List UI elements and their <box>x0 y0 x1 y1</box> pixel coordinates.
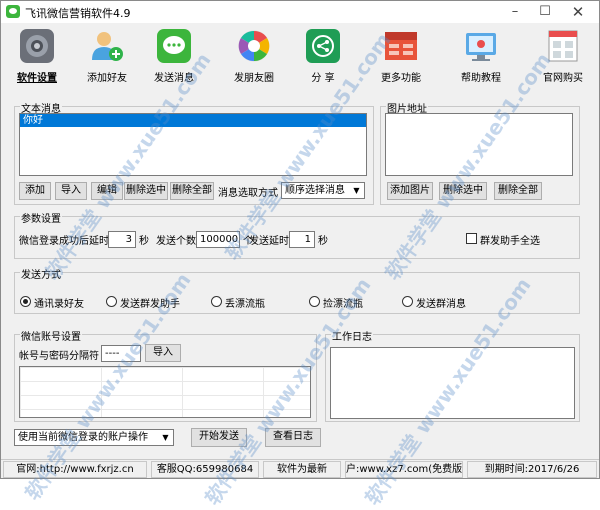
import-text-button[interactable]: 导入 <box>55 182 87 200</box>
status-expire: 到期时间:2017/6/26 <box>467 461 597 478</box>
status-version: 软件为最新 <box>263 461 341 478</box>
edit-text-button[interactable]: 编辑 <box>91 182 123 200</box>
tool-label: 软件设置 <box>17 73 57 84</box>
radio-label: 捡漂流瓶 <box>323 299 363 310</box>
send-mode-group: 发送方式 通讯录好友 发送群发助手 丢漂流瓶 捡漂流瓶 发送群消息 <box>14 266 580 314</box>
send-delay-input[interactable]: 1 <box>289 231 315 248</box>
image-address-list[interactable] <box>385 113 573 176</box>
start-send-button[interactable]: 开始发送 <box>191 428 247 447</box>
account-mode-select[interactable]: 使用当前微信登录的账户操作 ▼ <box>14 429 174 446</box>
separator-label: 帐号与密码分隔符 <box>19 351 99 362</box>
gear-icon <box>20 29 54 63</box>
chevron-down-icon: ▼ <box>353 186 360 195</box>
account-table[interactable] <box>19 366 311 418</box>
text-message-group: 文本消息 你好 添加 导入 编辑 删除选中 删除全部 消息选取方式 顺序选择消息… <box>14 100 374 205</box>
tool-label: 官网购买 <box>543 73 583 84</box>
account-mode-value: 使用当前微信登录的账户操作 <box>18 432 148 443</box>
title-bar: 飞讯微信营销软件4.9 – ☐ ✕ <box>1 1 599 23</box>
log-textarea[interactable] <box>330 347 575 419</box>
table-grid <box>20 367 310 417</box>
add-text-button[interactable]: 添加 <box>19 182 51 200</box>
send-delay-label: 发送延时 <box>249 236 289 247</box>
select-all-checkbox[interactable] <box>466 233 477 244</box>
tool-settings[interactable]: 软件设置 <box>1 25 73 85</box>
send-count-input[interactable]: 100000 <box>196 231 240 248</box>
close-button[interactable]: ✕ <box>564 1 592 23</box>
group-title: 参数设置 <box>20 210 62 225</box>
login-delay-input[interactable]: 3 <box>108 231 136 248</box>
radio-label: 发送群发助手 <box>120 299 180 310</box>
delete-selected-text-button[interactable]: 删除选中 <box>124 182 168 200</box>
sec-label: 秒 <box>139 236 149 247</box>
delete-selected-image-button[interactable]: 删除选中 <box>439 182 487 200</box>
view-log-button[interactable]: 查看日志 <box>265 428 321 447</box>
import-account-button[interactable]: 导入 <box>145 344 181 362</box>
group-title: 微信账号设置 <box>20 328 82 343</box>
pick-mode-value: 顺序选择消息 <box>285 185 345 196</box>
radio-label: 丢漂流瓶 <box>225 299 265 310</box>
pick-mode-select[interactable]: 顺序选择消息 ▼ <box>281 182 365 199</box>
help-icon <box>466 33 496 61</box>
separator-input[interactable]: ---- <box>101 345 141 362</box>
more-icon <box>385 32 417 60</box>
group-title: 工作日志 <box>331 328 373 343</box>
tool-more[interactable]: 更多功能 <box>365 25 437 85</box>
radio-label: 通讯录好友 <box>34 299 84 310</box>
image-address-group: 图片地址 添加图片 删除选中 删除全部 <box>380 100 580 205</box>
delete-all-image-button[interactable]: 删除全部 <box>494 182 542 200</box>
share-icon <box>306 29 340 63</box>
account-group: 微信账号设置 帐号与密码分隔符 ---- 导入 <box>14 328 317 422</box>
login-delay-label: 微信登录成功后延时 <box>19 236 109 247</box>
tool-share[interactable]: 分 享 <box>287 25 359 85</box>
tool-label: 更多功能 <box>381 73 421 84</box>
tool-add-friend[interactable]: 添加好友 <box>71 25 143 85</box>
sec-label: 秒 <box>318 236 328 247</box>
text-message-list[interactable]: 你好 <box>19 113 367 176</box>
send-count-label: 发送个数 <box>156 236 196 247</box>
tool-send-message[interactable]: 发送消息 <box>138 25 210 85</box>
select-all-label: 群发助手全选 <box>480 236 540 247</box>
minimize-button[interactable]: – <box>501 1 529 23</box>
tool-label: 帮助教程 <box>461 73 501 84</box>
group-title: 发送方式 <box>20 266 62 281</box>
log-group: 工作日志 <box>325 328 580 422</box>
status-qq: 客服QQ:659980684 <box>151 461 259 478</box>
radio-group-message[interactable] <box>402 296 413 307</box>
wechat-app-icon <box>6 5 20 18</box>
maximize-button[interactable]: ☐ <box>531 1 559 23</box>
moments-icon <box>238 30 270 62</box>
delete-all-text-button[interactable]: 删除全部 <box>170 182 214 200</box>
status-site: 官网:http://www.fxrjz.cn <box>3 461 147 478</box>
status-user: 户:www.xz7.com(免费版 <box>345 461 463 478</box>
add-user-icon <box>92 32 123 61</box>
radio-label: 发送群消息 <box>416 299 466 310</box>
window-title: 飞讯微信营销软件4.9 <box>25 7 131 20</box>
tool-buy[interactable]: 官网购买 <box>527 25 599 85</box>
tool-label: 发送消息 <box>154 73 194 84</box>
chevron-down-icon: ▼ <box>162 433 169 442</box>
status-bar: 官网:http://www.fxrjz.cn 客服QQ:659980684 软件… <box>1 459 599 478</box>
chat-icon <box>157 29 191 63</box>
radio-throw-bottle[interactable] <box>211 296 222 307</box>
tool-label: 发朋友圈 <box>234 73 274 84</box>
radio-contacts[interactable] <box>20 296 31 307</box>
add-image-button[interactable]: 添加图片 <box>387 182 433 200</box>
list-item-selected[interactable]: 你好 <box>20 114 366 127</box>
pick-mode-label: 消息选取方式 <box>218 188 278 199</box>
main-toolbar: 软件设置 添加好友 发送消息 发朋友圈 分 享 更多功能 帮助教程 官网购买 <box>1 23 599 85</box>
cart-icon <box>548 30 578 62</box>
params-group: 参数设置 微信登录成功后延时 3 秒 发送个数 100000 个 发送延时 1 … <box>14 210 580 259</box>
tool-label: 分 享 <box>311 73 335 84</box>
tool-moments[interactable]: 发朋友圈 <box>218 25 290 85</box>
radio-pick-bottle[interactable] <box>309 296 320 307</box>
app-window: 飞讯微信营销软件4.9 – ☐ ✕ 软件设置 添加好友 发送消息 发朋友圈 分 … <box>0 0 600 509</box>
radio-mass-helper[interactable] <box>106 296 117 307</box>
tool-help[interactable]: 帮助教程 <box>445 25 517 85</box>
tool-label: 添加好友 <box>87 73 127 84</box>
